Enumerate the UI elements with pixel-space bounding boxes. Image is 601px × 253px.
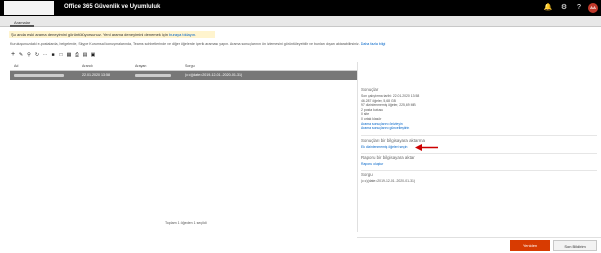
gear-icon[interactable]: ⚙ — [559, 3, 569, 13]
column-header-searcher[interactable]: Arayan — [135, 64, 146, 69]
description-text: Kuruluşunuzdaki e-postalarda, belgelerde… — [10, 42, 360, 46]
help-icon[interactable]: ? — [574, 3, 584, 13]
add-icon[interactable]: + — [10, 51, 16, 59]
logo-placeholder — [4, 1, 54, 15]
section-divider — [361, 135, 597, 136]
results-title: Sonuçlar — [361, 87, 379, 92]
edit-icon[interactable]: ✎ — [18, 51, 24, 59]
notice-link[interactable]: buraya tıklayın. — [169, 32, 196, 37]
redacted-searcher — [135, 74, 171, 77]
table-row[interactable]: 22.01.2020 13:58 (c:c)(date=2019-12-01..… — [10, 71, 357, 80]
avatar[interactable]: AA — [588, 3, 598, 13]
rerun-button[interactable]: Yeniden — [510, 240, 550, 251]
column-header-query[interactable]: Sorgu — [185, 64, 195, 69]
pane-divider — [357, 62, 358, 232]
column-header-name[interactable]: Ad — [14, 64, 18, 69]
print-icon[interactable]: ⎙ — [74, 51, 80, 59]
column-header-searched[interactable]: Arandı — [82, 64, 93, 69]
app-title: Office 365 Güvenlik ve Uyumluluk — [64, 4, 161, 10]
stop-icon[interactable]: ■ — [50, 51, 56, 59]
square-icon[interactable]: □ — [58, 51, 64, 59]
search-icon[interactable]: ⚲ — [26, 51, 32, 59]
table-header: Ad Arandı Arayan Sorgu — [10, 62, 357, 71]
page-description: Kuruluşunuzdaki e-postalarda, belgelerde… — [10, 42, 430, 47]
tab-aramalar[interactable]: Aramalar — [10, 18, 35, 27]
export-results-link[interactable]: Ek dizinlenmemiş öğeleri seçin — [361, 145, 407, 150]
update-results-link[interactable]: Arama sonuçlarını güncelleştirin — [361, 126, 409, 131]
bell-icon[interactable]: 🔔 — [543, 3, 553, 13]
query-title: Sorgu — [361, 172, 373, 177]
notice-text: Şu anda eski arama deneyimini görüntülüy… — [11, 32, 170, 37]
calendar-icon[interactable]: ▤ — [82, 51, 88, 59]
more-icon[interactable]: ⋯ — [42, 51, 48, 59]
cell-query: (c:c)(date=2019-12-01..2020-01-31) — [185, 73, 243, 77]
grid-icon[interactable]: ▦ — [66, 51, 72, 59]
section-divider — [361, 170, 597, 171]
calculator-icon[interactable]: ▣ — [90, 51, 96, 59]
create-report-link[interactable]: Raporu oluştur — [361, 162, 383, 167]
tab-bar — [0, 16, 601, 27]
learn-more-link[interactable]: Daha fazla bilgi — [361, 42, 386, 46]
export-report-title: Raporu bir bilgisayara aktar — [361, 155, 415, 160]
section-divider — [361, 153, 597, 154]
last-notification-button[interactable]: Son Bildirim — [553, 240, 597, 251]
redacted-name — [14, 74, 64, 77]
notice-banner: Şu anda eski arama deneyimini görüntülüy… — [9, 31, 215, 38]
annotation-arrow-icon — [415, 144, 438, 151]
refresh-icon[interactable]: ↻ — [34, 51, 40, 59]
cell-searched: 22.01.2020 13:58 — [82, 73, 110, 77]
query-value: (c:c)(date=2019-12-01..2020-01-31) — [361, 179, 416, 183]
selection-count: Toplam 1 öğeden 1 seçildi — [165, 221, 207, 225]
